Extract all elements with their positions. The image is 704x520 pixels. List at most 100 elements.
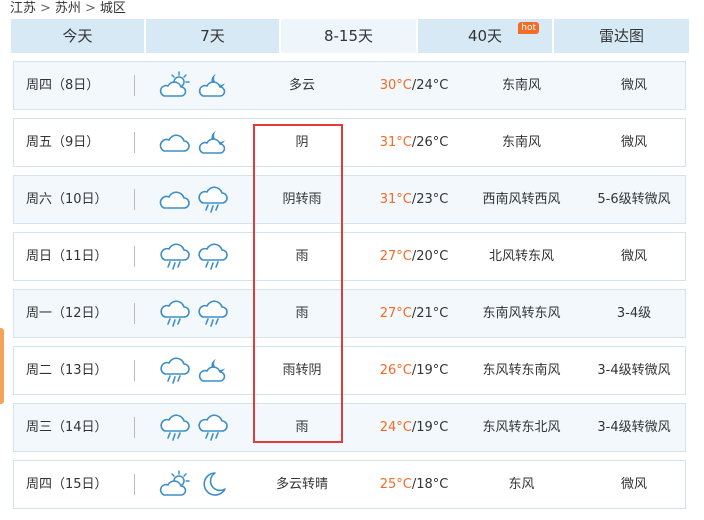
- temperature: 27°C/21°C: [364, 290, 464, 337]
- day-label: 周三（14日）: [26, 420, 108, 435]
- wind-direction: 北风转东风: [488, 249, 554, 264]
- wind-direction: 东南风: [501, 78, 541, 93]
- wind-direction: 东风转东南风: [482, 363, 561, 378]
- high-temp: 27°C: [379, 306, 412, 321]
- weather-description: 多云转晴: [275, 477, 328, 492]
- breadcrumb-separator: >: [40, 1, 51, 16]
- wind-direction: 东风: [508, 477, 535, 492]
- wind-level: 微风: [620, 249, 647, 264]
- wind-level: 微风: [620, 135, 647, 150]
- divider: [134, 303, 135, 324]
- forecast-row: 周五（9日） 阴 31°C/26°C 东南风 微风: [13, 118, 686, 167]
- rain-icon: [197, 298, 229, 329]
- breadcrumb-separator: >: [84, 1, 96, 16]
- day-label: 周日（11日）: [26, 249, 108, 264]
- weather-description: 多云: [288, 78, 315, 93]
- rain-icon: [197, 184, 229, 215]
- partly-cloudy-night-icon: [197, 70, 229, 101]
- low-temp: /24°C: [411, 78, 449, 93]
- weather-description: 雨: [295, 306, 309, 321]
- temperature: 31°C/23°C: [364, 176, 464, 223]
- weather-description: 雨转阴: [282, 363, 322, 378]
- divider: [134, 132, 135, 153]
- forecast-row: 周四（8日） 多云 30°C/24°C 东南风 微风: [13, 61, 686, 110]
- weather-icons: [159, 355, 231, 386]
- cloudy-icon: [159, 127, 191, 158]
- divider: [134, 417, 135, 438]
- low-temp: /21°C: [411, 306, 449, 321]
- wind-direction: 东风转东北风: [482, 420, 561, 435]
- breadcrumb: 江苏 > 苏州 > 城区: [10, 0, 126, 18]
- weather-description: 阴: [295, 135, 309, 150]
- highlight-box: [253, 124, 343, 443]
- rain-icon: [159, 241, 191, 272]
- tab-label: 7天: [200, 27, 225, 45]
- temperature: 25°C/18°C: [364, 461, 464, 508]
- forecast-row: 周二（13日） 雨转阴 26°C/19°C 东风转东南风 3-4级转微风: [13, 346, 686, 395]
- low-temp: /23°C: [411, 192, 449, 207]
- wind-direction: 西南风转西风: [482, 192, 561, 207]
- forecast-row: 周日（11日） 雨 27°C/20°C 北风转东风 微风: [13, 232, 686, 281]
- breadcrumb-province[interactable]: 江苏: [10, 1, 36, 16]
- day-label: 周二（13日）: [26, 363, 108, 378]
- low-temp: /18°C: [411, 477, 449, 492]
- weather-icons: [159, 298, 231, 329]
- high-temp: 26°C: [379, 363, 412, 378]
- day-label: 周五（9日）: [26, 135, 100, 150]
- day-label: 周六（10日）: [26, 192, 108, 207]
- wind-level: 5-6级转微风: [597, 192, 671, 207]
- wind-level: 3-4级: [616, 306, 652, 321]
- tab-label: 40天: [467, 27, 503, 45]
- partly-cloudy-night-icon: [197, 127, 229, 158]
- low-temp: /19°C: [411, 420, 449, 435]
- weather-description: 阴转雨: [282, 192, 322, 207]
- side-feedback-tab[interactable]: [0, 328, 4, 404]
- tab-8-15-days[interactable]: 8-15天: [281, 19, 416, 53]
- weather-icons: [159, 127, 231, 158]
- temperature: 24°C/19°C: [364, 404, 464, 451]
- partly-cloudy-night-icon: [197, 355, 229, 386]
- divider: [134, 75, 135, 96]
- high-temp: 31°C: [379, 192, 412, 207]
- temperature: 26°C/19°C: [364, 347, 464, 394]
- divider: [134, 246, 135, 267]
- divider: [134, 360, 135, 381]
- tab-7-days[interactable]: 7天: [146, 19, 279, 53]
- forecast-row: 周六（10日） 阴转雨 31°C/23°C 西南风转西风 5-6级转微风: [13, 175, 686, 224]
- forecast-row: 周一（12日） 雨 27°C/21°C 东南风转东风 3-4级: [13, 289, 686, 338]
- day-label: 周四（8日）: [26, 78, 100, 93]
- weather-icons: [159, 412, 231, 443]
- rain-icon: [159, 355, 191, 386]
- weather-icons: [159, 241, 231, 272]
- wind-level: 微风: [620, 477, 647, 492]
- partly-cloudy-day-icon: [159, 70, 191, 101]
- forecast-tabs: 今天 7天 8-15天 40天 hot 雷达图: [11, 19, 689, 53]
- breadcrumb-district: 城区: [99, 1, 126, 16]
- forecast-row: 周三（14日） 雨 24°C/19°C 东风转东北风 3-4级转微风: [13, 403, 686, 452]
- high-temp: 27°C: [379, 249, 412, 264]
- hot-badge: hot: [518, 22, 539, 34]
- breadcrumb-city[interactable]: 苏州: [55, 1, 81, 16]
- tab-label: 8-15天: [323, 27, 374, 45]
- high-temp: 24°C: [379, 420, 412, 435]
- divider: [134, 189, 135, 210]
- temperature: 30°C/24°C: [364, 62, 464, 109]
- forecast-row: 周四（15日） 多云转晴 25°C/18°C 东风 微风: [13, 460, 686, 509]
- wind-level: 3-4级转微风: [597, 420, 671, 435]
- weather-icons: [159, 184, 231, 215]
- tab-40-days[interactable]: 40天 hot: [418, 19, 552, 53]
- moon-icon: [197, 469, 229, 500]
- tab-radar[interactable]: 雷达图: [554, 19, 689, 53]
- high-temp: 31°C: [379, 135, 412, 150]
- high-temp: 30°C: [379, 78, 412, 93]
- rain-icon: [159, 412, 191, 443]
- wind-level: 3-4级转微风: [597, 363, 671, 378]
- tab-today[interactable]: 今天: [11, 19, 144, 53]
- temperature: 31°C/26°C: [364, 119, 464, 166]
- wind-direction: 东南风转东风: [482, 306, 561, 321]
- rain-icon: [159, 298, 191, 329]
- wind-level: 微风: [620, 78, 647, 93]
- divider: [134, 474, 135, 495]
- low-temp: /20°C: [411, 249, 449, 264]
- temperature: 27°C/20°C: [364, 233, 464, 280]
